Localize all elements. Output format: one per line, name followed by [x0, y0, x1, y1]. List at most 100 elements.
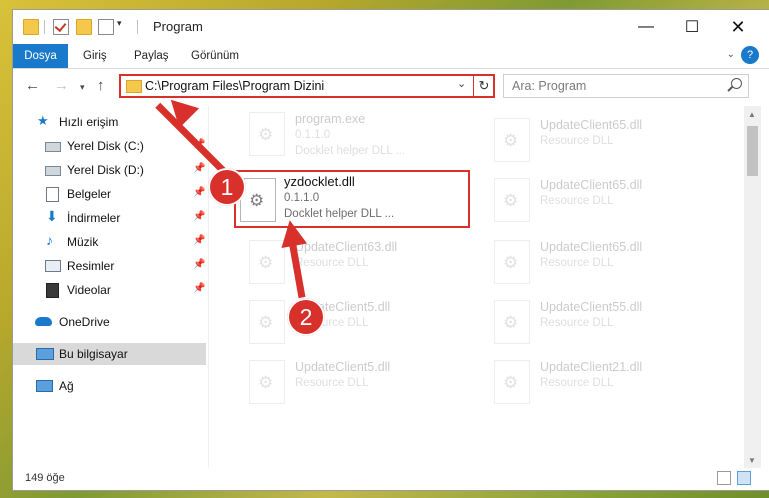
back-arrow-icon[interactable]: ← — [25, 77, 40, 94]
expand-ribbon-icon[interactable]: ⌄ — [727, 49, 735, 60]
status-bar: 149 öğe — [13, 468, 769, 490]
sidebar-item-label: Hızlı erişim — [59, 115, 119, 129]
customize-icon[interactable] — [98, 19, 114, 35]
dll-file-icon — [249, 360, 285, 404]
scroll-up-icon[interactable]: ▲ — [748, 110, 756, 119]
refresh-button[interactable]: ↻ — [473, 76, 494, 96]
file-name: program.exe — [295, 112, 366, 126]
item-count: 149 öğe — [25, 472, 65, 484]
properties-icon[interactable] — [53, 19, 69, 35]
list-item[interactable]: UpdateClient5.dll Resource DLL — [249, 358, 479, 418]
dll-file-icon — [249, 240, 285, 284]
sidebar-item-pictures[interactable]: Resimler 📌 — [13, 255, 206, 277]
file-name: UpdateClient5.dll — [295, 360, 391, 374]
sidebar-item-label: Yerel Disk (D:) — [67, 163, 144, 177]
list-item[interactable]: UpdateClient21.dll Resource DLL — [494, 358, 724, 418]
chevron-down-icon[interactable]: ▾ — [117, 18, 122, 29]
search-icon[interactable] — [731, 78, 742, 89]
details-view-icon[interactable] — [717, 471, 731, 485]
pin-icon[interactable]: 📌 — [193, 211, 205, 222]
music-icon: ♪ — [46, 232, 53, 248]
dll-file-icon — [494, 178, 530, 222]
pin-icon[interactable]: 📌 — [193, 235, 205, 246]
file-name: UpdateClient21.dll — [540, 360, 643, 374]
tab-home[interactable]: Giriş — [83, 44, 107, 68]
new-folder-icon[interactable] — [76, 19, 92, 35]
vertical-scrollbar[interactable]: ▲ ▼ — [744, 106, 761, 468]
file-name: UpdateClient65.dll — [540, 240, 643, 254]
scroll-down-icon[interactable]: ▼ — [748, 456, 756, 465]
documents-icon — [46, 187, 59, 202]
list-item[interactable]: UpdateClient55.dll Resource DLL — [494, 298, 724, 358]
tab-view[interactable]: Görünüm — [191, 44, 239, 68]
pictures-icon — [45, 260, 61, 272]
pin-icon[interactable]: 📌 — [193, 283, 205, 294]
star-icon: ★ — [37, 113, 49, 128]
toolbar-divider — [44, 20, 45, 34]
ribbon-tabs: Dosya Giriş Paylaş Görünüm ⌄ ? — [13, 44, 769, 69]
sidebar-item-label: Resimler — [67, 259, 115, 273]
sidebar-item-videos[interactable]: Videolar 📌 — [13, 279, 206, 301]
sidebar-item-label: Müzik — [67, 235, 99, 249]
sidebar-item-label: Ağ — [59, 379, 74, 393]
file-name: yzdocklet.dll — [284, 174, 355, 189]
navigation-pane: ★ Hızlı erişim Yerel Disk (C:) 📌 Yerel D… — [13, 106, 208, 468]
list-item[interactable]: yzdocklet.dll 0.1.1.0 Docklet helper DLL… — [234, 170, 470, 228]
forward-arrow-icon[interactable]: → — [54, 77, 69, 94]
sidebar-item-disk-c[interactable]: Yerel Disk (C:) 📌 — [13, 135, 206, 157]
tab-share[interactable]: Paylaş — [134, 44, 169, 68]
file-description: Resource DLL — [540, 135, 614, 147]
download-icon: ⬇ — [46, 208, 58, 224]
folder-icon — [126, 80, 142, 93]
minimize-button[interactable]: — — [623, 10, 669, 44]
sidebar-item-this-pc[interactable]: Bu bilgisayar — [13, 343, 206, 365]
chevron-down-icon[interactable]: ⌄ — [457, 77, 466, 90]
pin-icon[interactable]: 📌 — [193, 259, 205, 270]
list-item[interactable]: UpdateClient5.dll Resource DLL — [249, 298, 479, 358]
recent-locations-icon[interactable]: ▾ — [80, 82, 85, 93]
callout-badge-2: 2 — [287, 298, 325, 336]
address-path[interactable]: C:\Program Files\Program Dizini — [145, 79, 324, 93]
scrollbar-thumb[interactable] — [747, 126, 758, 176]
list-item[interactable]: UpdateClient65.dll Resource DLL — [494, 176, 724, 236]
exe-file-icon — [249, 112, 285, 156]
cloud-icon — [35, 317, 52, 326]
computer-icon — [36, 348, 54, 360]
sidebar-item-documents[interactable]: Belgeler 📌 — [13, 183, 206, 205]
close-button[interactable]: ✕ — [715, 10, 761, 44]
folder-icon[interactable] — [23, 19, 39, 35]
up-arrow-icon[interactable]: ↑ — [97, 77, 105, 94]
dll-file-icon — [494, 118, 530, 162]
sidebar-item-label: OneDrive — [59, 315, 110, 329]
pin-icon[interactable]: 📌 — [193, 187, 205, 198]
list-item[interactable]: UpdateClient65.dll Resource DLL — [494, 238, 724, 298]
help-button[interactable]: ? — [741, 46, 759, 64]
window-title: Program — [153, 19, 203, 34]
file-name: UpdateClient63.dll — [295, 240, 398, 254]
callout-badge-1: 1 — [208, 168, 246, 206]
sidebar-item-label: İndirmeler — [67, 211, 121, 225]
list-item[interactable]: program.exe 0.1.1.0 Docklet helper DLL .… — [249, 110, 479, 170]
tab-file[interactable]: Dosya — [13, 44, 68, 68]
maximize-button[interactable]: ☐ — [669, 10, 715, 44]
sidebar-item-disk-d[interactable]: Yerel Disk (D:) 📌 — [13, 159, 206, 181]
drive-icon — [45, 166, 61, 176]
sidebar-item-network[interactable]: Ağ — [13, 375, 206, 397]
search-input[interactable]: Ara: Program — [503, 74, 749, 98]
network-icon — [36, 380, 53, 392]
sidebar-item-label: Bu bilgisayar — [59, 347, 128, 361]
sidebar-item-label: Belgeler — [67, 187, 112, 201]
sidebar-item-downloads[interactable]: ⬇ İndirmeler 📌 — [13, 207, 206, 229]
sidebar-item-music[interactable]: ♪ Müzik 📌 — [13, 231, 206, 253]
video-icon — [46, 283, 59, 298]
file-description: Resource DLL — [540, 195, 614, 207]
large-icons-view-icon[interactable] — [737, 471, 751, 485]
list-item[interactable]: UpdateClient65.dll Resource DLL — [494, 116, 724, 176]
drive-icon — [45, 142, 61, 152]
pin-icon[interactable]: 📌 — [193, 163, 205, 174]
sidebar-item-onedrive[interactable]: OneDrive — [13, 311, 206, 333]
explorer-window: ▾ Program — ☐ ✕ Dosya Giriş Paylaş Görün… — [13, 10, 769, 490]
sidebar-item-label: Videolar — [67, 283, 111, 297]
dll-file-icon — [494, 360, 530, 404]
file-name: UpdateClient55.dll — [540, 300, 643, 314]
